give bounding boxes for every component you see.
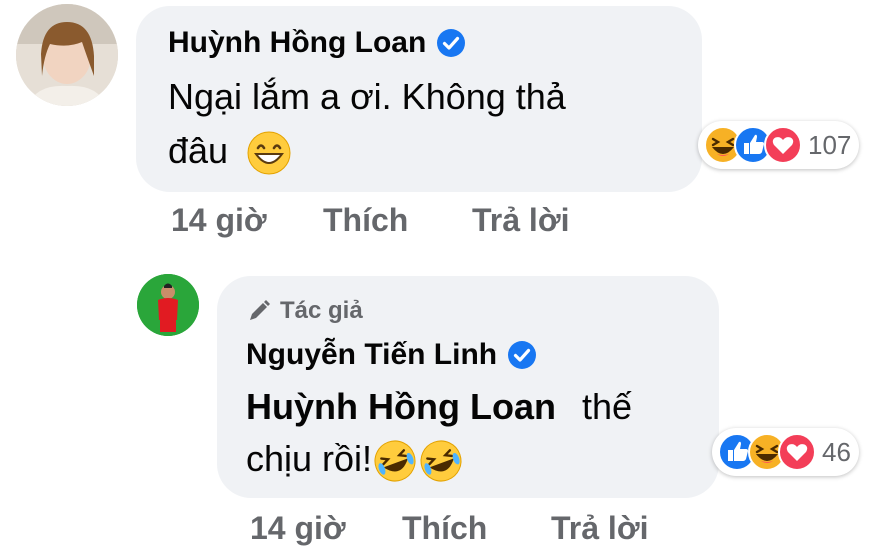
comment-text-line: Ngại lắm a ơi. Không thả <box>168 76 566 117</box>
grinning-emoji-icon <box>247 131 291 175</box>
love-icon <box>778 433 816 471</box>
rofl-emoji-icon <box>374 440 416 482</box>
reaction-summary[interactable]: 107 <box>698 121 860 169</box>
like-button[interactable]: Thích <box>323 202 408 239</box>
author-badge-label: Tác giả <box>280 297 363 324</box>
pencil-icon <box>250 300 270 320</box>
love-icon <box>764 126 802 164</box>
avatar-nguyen-tien-linh[interactable] <box>137 274 199 336</box>
reply-button[interactable]: Trả lời <box>551 510 648 547</box>
author-name[interactable]: Huỳnh Hồng Loan <box>168 26 426 60</box>
author-name[interactable]: Nguyễn Tiến Linh <box>246 338 497 372</box>
comment-text: Ngại lắm a ơi. Không thả <box>168 72 566 122</box>
reply-text-line2: chịu rồi! <box>246 434 464 484</box>
timestamp[interactable]: 14 giờ <box>250 510 346 547</box>
verified-badge-icon <box>437 29 466 57</box>
reaction-summary[interactable]: 46 <box>712 428 859 476</box>
mention-link[interactable]: Huỳnh Hồng Loan <box>246 386 556 427</box>
reply-button[interactable]: Trả lời <box>472 202 569 239</box>
reply-text: Huỳnh Hồng Loan thế <box>246 382 632 432</box>
reaction-count: 107 <box>808 129 852 160</box>
comment-text-line2: đâu <box>168 126 292 176</box>
reply-text-line: thế <box>581 386 633 427</box>
comment-text-line: đâu <box>168 130 229 171</box>
rofl-emoji-icon <box>420 440 462 482</box>
like-button[interactable]: Thích <box>402 510 487 547</box>
avatar-huynh-hong-loan[interactable] <box>16 4 118 106</box>
author-badge: Tác giả <box>246 297 363 325</box>
comment-author[interactable]: Huỳnh Hồng Loan <box>168 26 466 60</box>
timestamp[interactable]: 14 giờ <box>171 202 267 239</box>
reply-text-line: chịu rồi! <box>246 438 373 479</box>
reaction-count: 46 <box>822 436 851 467</box>
reply-author[interactable]: Nguyễn Tiến Linh <box>246 338 537 372</box>
verified-badge-icon <box>508 341 537 369</box>
